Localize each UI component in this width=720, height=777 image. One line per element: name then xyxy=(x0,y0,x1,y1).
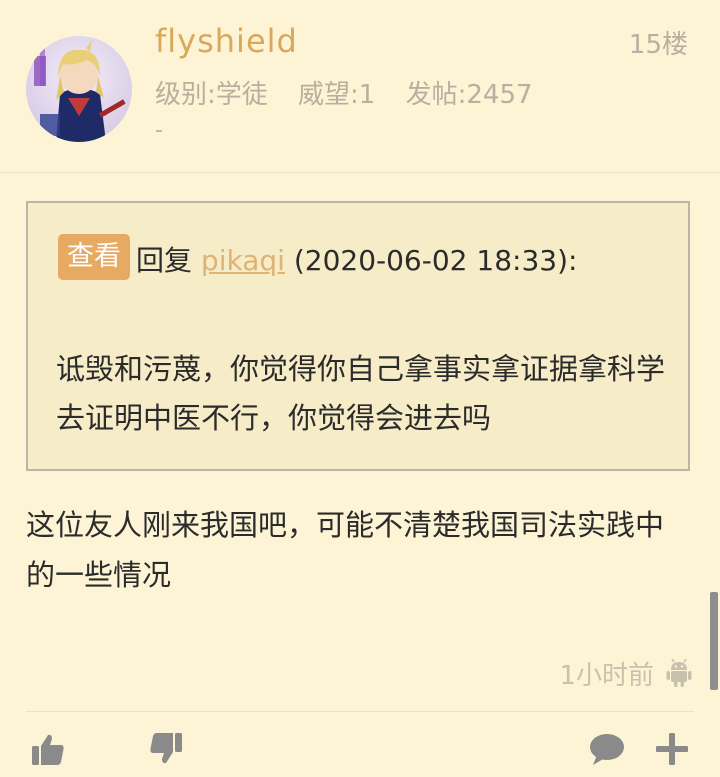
divider xyxy=(0,172,720,173)
quote-text: 诋毁和污蔑，你觉得你自己拿事实拿证据拿科学去证明中医不行，你觉得会进去吗 xyxy=(56,352,666,435)
post-time: 1小时前 xyxy=(559,661,654,691)
plus-icon[interactable] xyxy=(654,731,690,767)
quote-block: 查看 回复 pikaqi (2020-06-02 18:33): 诋毁和污蔑，你… xyxy=(26,201,690,471)
view-quote-button[interactable]: 查看 xyxy=(58,234,130,280)
quote-reply-line: 回复 pikaqi (2020-06-02 18:33): xyxy=(136,239,577,279)
post-header: flyshield 15楼 级别:学徒 威望:1 发帖:2457 - xyxy=(0,0,720,172)
floor-number: 15楼 xyxy=(628,30,688,60)
comment-bubble-icon[interactable] xyxy=(589,731,625,767)
post-body: 这位友人刚来我国吧，可能不清楚我国司法实践中的一些情况 xyxy=(26,508,665,592)
reply-prefix: 回复 xyxy=(136,244,193,277)
user-level: 级别:学徒 xyxy=(155,80,268,110)
divider xyxy=(26,711,694,712)
android-icon xyxy=(666,658,692,687)
user-post-count: 发帖:2457 xyxy=(405,80,533,110)
user-signature: - xyxy=(155,118,163,143)
avatar[interactable] xyxy=(26,36,132,142)
username[interactable]: flyshield xyxy=(155,22,298,60)
thumbs-down-icon[interactable] xyxy=(148,731,184,767)
user-meta: 级别:学徒 威望:1 发帖:2457 xyxy=(155,74,555,111)
scrollbar[interactable] xyxy=(710,592,718,690)
user-prestige: 威望:1 xyxy=(298,80,376,110)
thumbs-up-icon[interactable] xyxy=(30,731,66,767)
reply-username-link[interactable]: pikaqi xyxy=(201,244,285,277)
reply-timestamp: (2020-06-02 18:33): xyxy=(293,244,578,277)
